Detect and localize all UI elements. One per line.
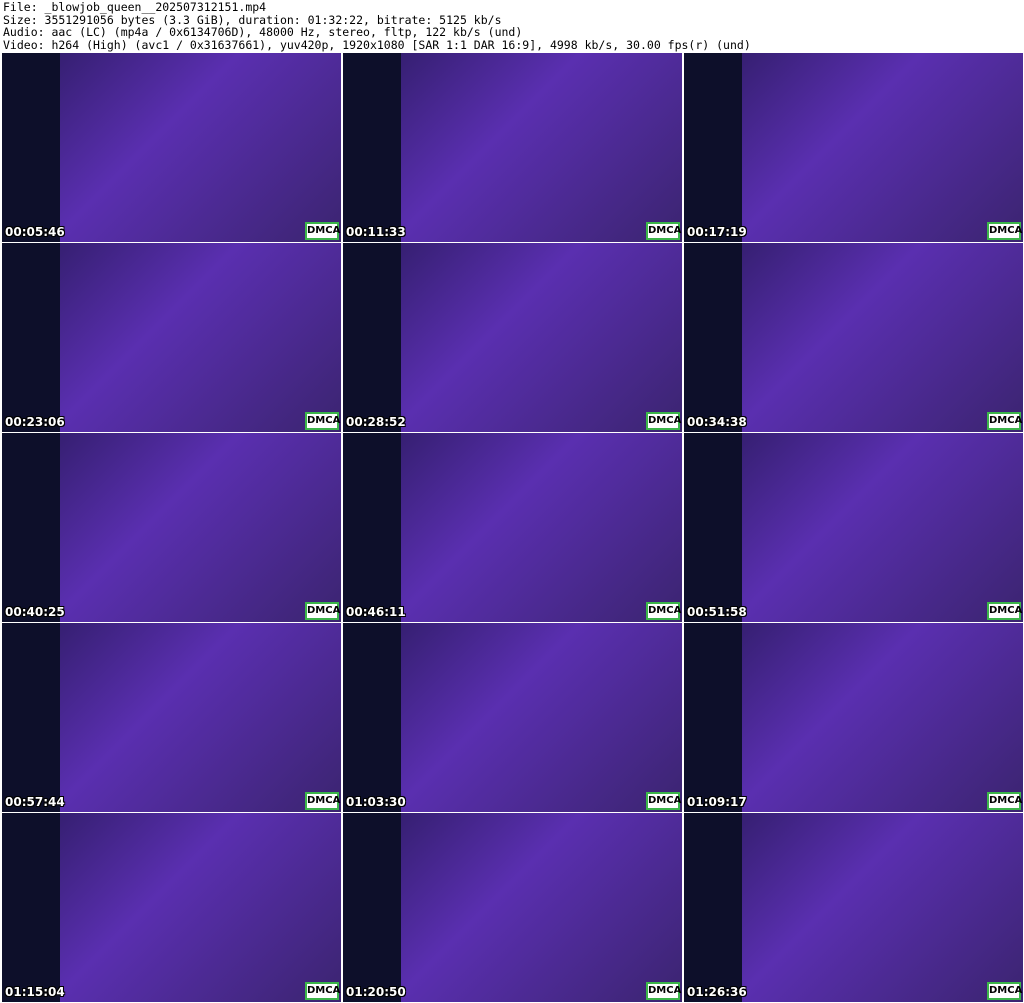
dmca-badge: DMCA <box>305 792 340 810</box>
overlay-panel <box>2 813 60 1002</box>
overlay-panel <box>343 623 401 812</box>
video-info: Video: h264 (High) (avc1 / 0x31637661), … <box>3 37 751 52</box>
video-thumbnail: 00:46:11 DMCA <box>343 433 682 622</box>
video-thumbnail: 00:51:58 DMCA <box>684 433 1023 622</box>
overlay-panel <box>2 623 60 812</box>
dmca-badge: DMCA <box>646 602 681 620</box>
overlay-panel <box>2 243 60 432</box>
video-thumbnail: 01:26:36 DMCA <box>684 813 1023 1002</box>
video-thumbnail: 00:34:38 DMCA <box>684 243 1023 432</box>
overlay-panel <box>343 813 401 1002</box>
video-thumbnail: 00:17:19 DMCA <box>684 53 1023 242</box>
overlay-panel <box>684 813 742 1002</box>
timestamp: 00:46:11 <box>346 605 406 619</box>
overlay-panel <box>684 243 742 432</box>
overlay-panel <box>343 433 401 622</box>
video-thumbnail: 00:57:44 DMCA <box>2 623 341 812</box>
dmca-badge: DMCA <box>987 602 1022 620</box>
dmca-badge: DMCA <box>305 412 340 430</box>
timestamp: 00:28:52 <box>346 415 406 429</box>
timestamp: 00:40:25 <box>5 605 65 619</box>
dmca-badge: DMCA <box>646 982 681 1000</box>
overlay-panel <box>684 623 742 812</box>
timestamp: 01:15:04 <box>5 985 65 999</box>
video-thumbnail: 01:20:50 DMCA <box>343 813 682 1002</box>
timestamp: 00:05:46 <box>5 225 65 239</box>
dmca-badge: DMCA <box>646 222 681 240</box>
video-thumbnail: 01:09:17 DMCA <box>684 623 1023 812</box>
thumbnail-grid: 00:05:46 DMCA 00:11:33 DMCA 00:17:19 DMCA 00:2… <box>2 53 1023 1002</box>
overlay-panel <box>2 53 60 242</box>
video-thumbnail: 00:23:06 DMCA <box>2 243 341 432</box>
timestamp: 01:03:30 <box>346 795 406 809</box>
dmca-badge: DMCA <box>987 222 1022 240</box>
file-info-header: File: _blowjob_queen__202507312151.mp4 Si… <box>3 1 751 51</box>
video-thumbnail: 01:15:04 DMCA <box>2 813 341 1002</box>
overlay-panel <box>343 243 401 432</box>
dmca-badge: DMCA <box>646 412 681 430</box>
file-name: File: _blowjob_queen__202507312151.mp4 <box>3 0 267 14</box>
dmca-badge: DMCA <box>305 982 340 1000</box>
overlay-panel <box>684 53 742 242</box>
timestamp: 00:51:58 <box>687 605 747 619</box>
overlay-panel <box>2 433 60 622</box>
timestamp: 00:17:19 <box>687 225 747 239</box>
timestamp: 00:34:38 <box>687 415 747 429</box>
timestamp: 00:57:44 <box>5 795 65 809</box>
timestamp: 01:26:36 <box>687 985 747 999</box>
overlay-panel <box>684 433 742 622</box>
timestamp: 01:09:17 <box>687 795 747 809</box>
video-thumbnail: 01:03:30 DMCA <box>343 623 682 812</box>
dmca-badge: DMCA <box>305 222 340 240</box>
video-thumbnail: 00:05:46 DMCA <box>2 53 341 242</box>
audio-info: Audio: aac (LC) (mp4a / 0x6134706D), 480… <box>3 25 523 40</box>
timestamp: 01:20:50 <box>346 985 406 999</box>
video-thumbnail: 00:28:52 DMCA <box>343 243 682 432</box>
dmca-badge: DMCA <box>987 982 1022 1000</box>
overlay-panel <box>343 53 401 242</box>
video-thumbnail: 00:11:33 DMCA <box>343 53 682 242</box>
dmca-badge: DMCA <box>987 412 1022 430</box>
timestamp: 00:11:33 <box>346 225 406 239</box>
dmca-badge: DMCA <box>646 792 681 810</box>
dmca-badge: DMCA <box>305 602 340 620</box>
video-thumbnail: 00:40:25 DMCA <box>2 433 341 622</box>
timestamp: 00:23:06 <box>5 415 65 429</box>
dmca-badge: DMCA <box>987 792 1022 810</box>
